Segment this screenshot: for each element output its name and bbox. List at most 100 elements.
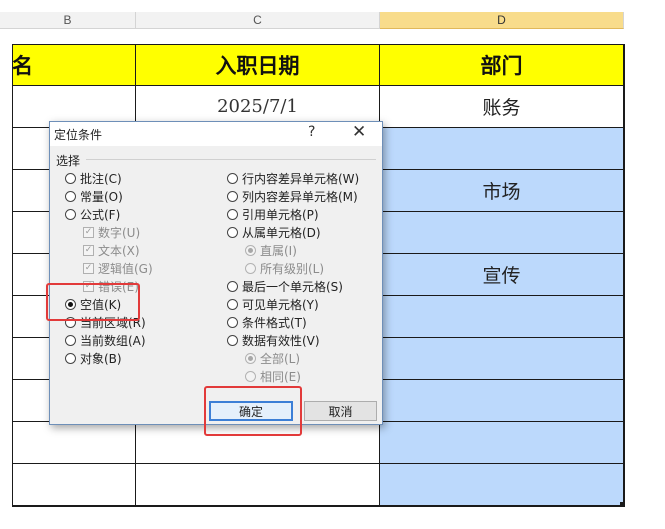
option-label: 公式(F) bbox=[80, 208, 121, 222]
radio-icon[interactable] bbox=[65, 299, 76, 310]
option-label: 引用单元格(P) bbox=[242, 208, 319, 222]
left-option-6: ✓ 逻辑值(G) bbox=[83, 260, 153, 277]
option-label: 错误(E) bbox=[98, 280, 139, 294]
left-option-2[interactable]: 常量(O) bbox=[65, 188, 123, 205]
column-header-b[interactable]: B bbox=[0, 12, 136, 29]
ok-button[interactable]: 确定 bbox=[209, 401, 293, 421]
cell-c-row-10[interactable] bbox=[136, 464, 380, 506]
dialog-title: 定位条件 bbox=[54, 128, 103, 142]
option-label: 可见单元格(Y) bbox=[242, 298, 319, 312]
option-label: 数据有效性(V) bbox=[242, 334, 320, 348]
cell-d-row-6[interactable] bbox=[380, 296, 624, 338]
column-header-d[interactable]: D bbox=[380, 12, 624, 29]
option-label: 空值(K) bbox=[80, 298, 122, 312]
option-label: 当前数组(A) bbox=[80, 334, 146, 348]
radio-icon[interactable] bbox=[227, 299, 238, 310]
right-option-7[interactable]: 最后一个单元格(S) bbox=[227, 278, 343, 295]
header-c-text: 入职日期 bbox=[215, 54, 300, 78]
right-option-5: 直属(I) bbox=[245, 242, 297, 259]
right-option-6: 所有级别(L) bbox=[245, 260, 324, 277]
cell-d-row-1-text: 账务 bbox=[482, 97, 521, 119]
left-option-9[interactable]: 当前区域(R) bbox=[65, 314, 146, 331]
cell-c-header[interactable]: 入职日期 bbox=[136, 45, 380, 86]
radio-icon[interactable] bbox=[65, 209, 76, 220]
option-label: 从属单元格(D) bbox=[242, 226, 321, 240]
cell-d-row-3-text: 市场 bbox=[482, 181, 521, 203]
cell-d-row-2[interactable] bbox=[380, 128, 624, 170]
left-option-4: ✓ 数字(U) bbox=[83, 224, 140, 241]
option-label: 数字(U) bbox=[98, 226, 141, 240]
option-label: 最后一个单元格(S) bbox=[242, 280, 343, 294]
goto-special-dialog: 定位条件 ? ✕ 选择 批注(C) 常量(O) 公式(F) ✓ 数字(U) ✓ 文本(X) ✓… bbox=[49, 121, 383, 425]
radio-icon bbox=[245, 263, 256, 274]
cell-d-row-8[interactable] bbox=[380, 380, 624, 422]
right-option-9[interactable]: 条件格式(T) bbox=[227, 314, 307, 331]
option-label: 相同(E) bbox=[260, 370, 301, 384]
ok-label: 确定 bbox=[238, 404, 263, 419]
radio-icon[interactable] bbox=[65, 335, 76, 346]
checkbox-icon: ✓ bbox=[83, 245, 94, 256]
cell-b-row-10[interactable] bbox=[12, 464, 136, 506]
cell-d-row-5-text: 宣传 bbox=[482, 265, 521, 287]
right-option-12: 相同(E) bbox=[245, 368, 301, 385]
header-d-text: 部门 bbox=[480, 54, 523, 78]
radio-icon[interactable] bbox=[65, 317, 76, 328]
right-option-11: 全部(L) bbox=[245, 350, 300, 367]
close-icon[interactable]: ✕ bbox=[352, 122, 366, 142]
cell-d-row-1[interactable]: 账务 bbox=[380, 86, 624, 128]
cell-d-row-4[interactable] bbox=[380, 212, 624, 254]
cell-d-row-9[interactable] bbox=[380, 422, 624, 464]
radio-icon bbox=[245, 371, 256, 382]
radio-icon[interactable] bbox=[65, 191, 76, 202]
radio-icon[interactable] bbox=[227, 209, 238, 220]
cell-b-header[interactable]: 名 bbox=[12, 45, 136, 86]
left-option-1[interactable]: 批注(C) bbox=[65, 170, 122, 187]
left-option-3[interactable]: 公式(F) bbox=[65, 206, 120, 223]
left-option-5: ✓ 文本(X) bbox=[83, 242, 140, 259]
option-label: 批注(C) bbox=[80, 172, 122, 186]
right-option-1[interactable]: 行内容差异单元格(W) bbox=[227, 170, 359, 187]
radio-icon[interactable] bbox=[227, 173, 238, 184]
cell-d-row-3[interactable]: 市场 bbox=[380, 170, 624, 212]
left-option-7: ✓ 错误(E) bbox=[83, 278, 139, 295]
dialog-titlebar[interactable]: 定位条件 ? ✕ bbox=[50, 122, 382, 146]
group-divider bbox=[86, 159, 376, 160]
radio-icon[interactable] bbox=[227, 191, 238, 202]
right-option-10[interactable]: 数据有效性(V) bbox=[227, 332, 320, 349]
option-label: 列内容差异单元格(M) bbox=[242, 190, 358, 204]
group-label: 选择 bbox=[56, 154, 81, 168]
cell-d-row-10[interactable] bbox=[380, 464, 624, 506]
right-option-3[interactable]: 引用单元格(P) bbox=[227, 206, 319, 223]
radio-icon[interactable] bbox=[227, 335, 238, 346]
option-label: 常量(O) bbox=[80, 190, 123, 204]
radio-icon[interactable] bbox=[227, 227, 238, 238]
radio-icon[interactable] bbox=[65, 353, 76, 364]
left-option-10[interactable]: 当前数组(A) bbox=[65, 332, 146, 349]
right-option-8[interactable]: 可见单元格(Y) bbox=[227, 296, 319, 313]
radio-icon bbox=[245, 353, 256, 364]
option-label: 条件格式(T) bbox=[242, 316, 307, 330]
right-option-2[interactable]: 列内容差异单元格(M) bbox=[227, 188, 358, 205]
fill-handle[interactable] bbox=[620, 502, 625, 507]
option-label: 对象(B) bbox=[80, 352, 122, 366]
right-option-4[interactable]: 从属单元格(D) bbox=[227, 224, 321, 241]
left-option-8[interactable]: 空值(K) bbox=[65, 296, 121, 313]
cell-b-row-9[interactable] bbox=[12, 422, 136, 464]
cancel-label: 取消 bbox=[328, 404, 353, 419]
radio-icon[interactable] bbox=[65, 173, 76, 184]
radio-icon[interactable] bbox=[227, 281, 238, 292]
radio-icon[interactable] bbox=[227, 317, 238, 328]
left-option-11[interactable]: 对象(B) bbox=[65, 350, 122, 367]
header-b-text: 名 bbox=[12, 54, 33, 78]
column-header-c[interactable]: C bbox=[136, 12, 380, 29]
cancel-button[interactable]: 取消 bbox=[304, 401, 377, 421]
help-icon[interactable]: ? bbox=[308, 124, 315, 140]
option-label: 逻辑值(G) bbox=[98, 262, 153, 276]
option-label: 文本(X) bbox=[98, 244, 140, 258]
cell-c-row-9[interactable] bbox=[136, 422, 380, 464]
cell-d-row-5[interactable]: 宣传 bbox=[380, 254, 624, 296]
checkbox-icon: ✓ bbox=[83, 281, 94, 292]
cell-d-header[interactable]: 部门 bbox=[380, 45, 624, 86]
checkbox-icon: ✓ bbox=[83, 227, 94, 238]
cell-d-row-7[interactable] bbox=[380, 338, 624, 380]
